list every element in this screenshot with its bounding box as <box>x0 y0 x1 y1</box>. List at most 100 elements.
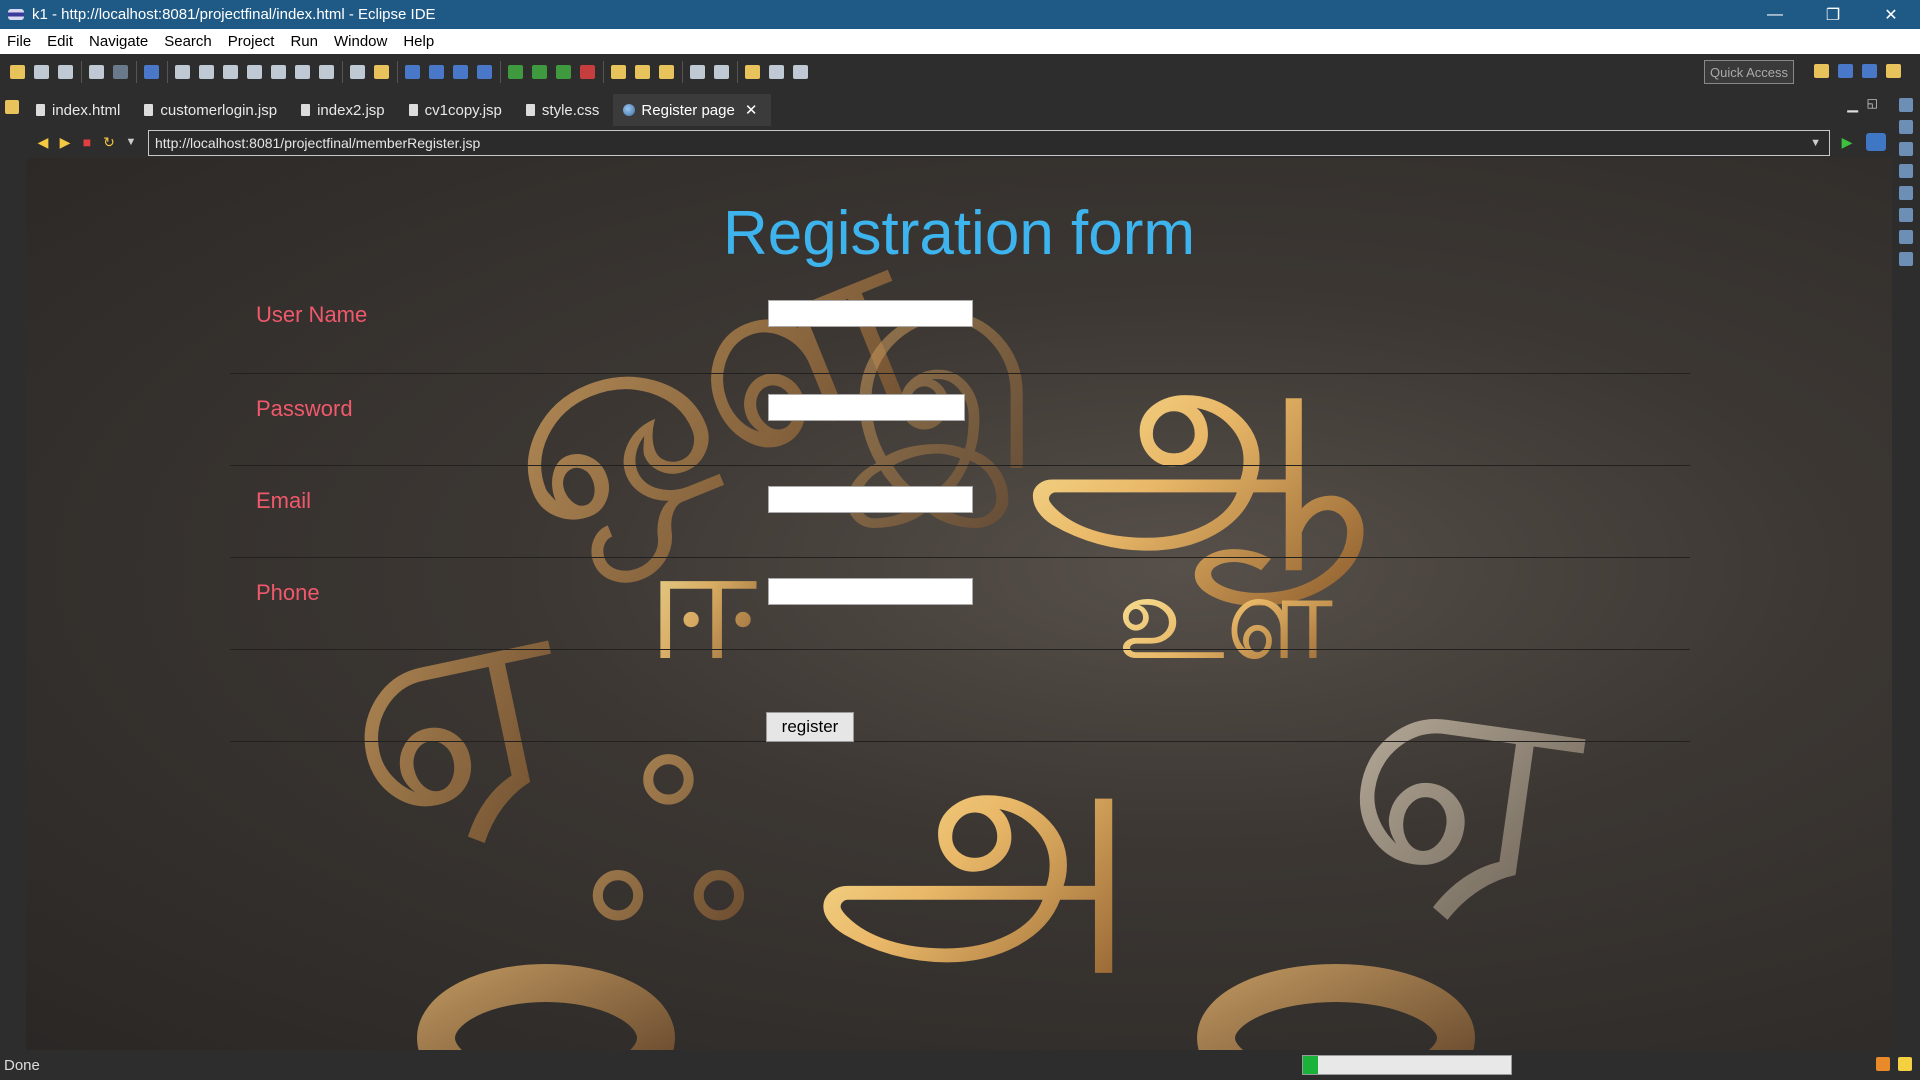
suspend-icon[interactable] <box>199 65 214 79</box>
progress-fill <box>1303 1056 1318 1074</box>
url-input[interactable]: http://localhost:8081/projectfinal/membe… <box>148 130 1830 156</box>
rss-icon[interactable] <box>1876 1057 1890 1071</box>
chevron-down-icon[interactable]: ▼ <box>120 133 142 151</box>
java-ee-perspective-icon[interactable] <box>1838 64 1853 78</box>
debug-perspective-icon[interactable] <box>1862 64 1877 78</box>
resume-icon[interactable] <box>175 65 190 79</box>
task-list-icon[interactable] <box>1899 120 1913 134</box>
menu-edit[interactable]: Edit <box>39 33 81 50</box>
maximize-editor-icon[interactable]: ◱ <box>1867 96 1878 110</box>
tab-label: index2.jsp <box>317 101 385 119</box>
file-icon <box>36 104 45 116</box>
form-row-phone: Phone <box>230 558 1690 650</box>
previous-annotation-icon[interactable] <box>714 65 729 79</box>
open-folder-icon[interactable] <box>611 65 626 79</box>
outline-icon[interactable] <box>1899 98 1913 112</box>
progress-bar <box>1302 1055 1512 1075</box>
external-browser-icon[interactable] <box>1866 133 1886 151</box>
chevron-down-icon[interactable]: ▼ <box>1810 137 1821 149</box>
tab-register-page[interactable]: Register page ✕ <box>613 94 772 126</box>
next-annotation-icon[interactable] <box>690 65 705 79</box>
tab-customerlogin-jsp[interactable]: customerlogin.jsp <box>134 94 291 126</box>
markers-icon[interactable] <box>1899 142 1913 156</box>
debug-icon[interactable] <box>508 65 523 79</box>
forward-arrow-icon[interactable] <box>793 65 808 79</box>
drop-to-frame-icon[interactable] <box>374 65 389 79</box>
disconnect-icon[interactable] <box>247 65 262 79</box>
close-window-button[interactable]: ✕ <box>1862 0 1920 29</box>
step-into-icon[interactable] <box>271 65 286 79</box>
tab-style-css[interactable]: style.css <box>516 94 614 126</box>
globe-icon[interactable] <box>453 65 468 79</box>
minimize-editor-icon[interactable]: ▁ <box>1847 96 1858 113</box>
back-arrow-icon[interactable] <box>769 65 784 79</box>
properties-icon[interactable] <box>1899 164 1913 178</box>
close-tab-icon[interactable]: ✕ <box>745 101 758 119</box>
password-label: Password <box>256 396 353 421</box>
debug-config-icon[interactable] <box>113 65 128 79</box>
password-input[interactable] <box>768 394 965 421</box>
run-icon[interactable] <box>532 65 547 79</box>
tab-label: style.css <box>541 101 600 119</box>
data-source-icon[interactable] <box>1899 208 1913 222</box>
last-edit-location-icon[interactable] <box>745 65 760 79</box>
page-title: Registration form <box>722 199 1196 268</box>
external-tools-icon[interactable] <box>580 65 595 79</box>
menu-window[interactable]: Window <box>326 33 395 50</box>
email-input[interactable] <box>768 486 973 513</box>
tip-icon[interactable] <box>1898 1057 1912 1071</box>
refresh-icon[interactable]: ↻ <box>98 133 120 151</box>
status-bar: Done <box>0 1050 1920 1080</box>
menu-file[interactable]: File <box>0 33 39 50</box>
step-over-icon[interactable] <box>295 65 310 79</box>
browser-nav-bar: ◀ ▶ ■ ↻ ▼ http://localhost:8081/projectf… <box>26 126 1892 158</box>
console-icon[interactable] <box>1899 252 1913 266</box>
tab-cv1copy-jsp[interactable]: cv1copy.jsp <box>399 94 516 126</box>
servers-icon[interactable] <box>1899 186 1913 200</box>
terminate-icon[interactable] <box>223 65 238 79</box>
quick-access-input[interactable]: Quick Access <box>1704 60 1794 84</box>
skip-breakpoints-icon[interactable] <box>144 65 159 79</box>
toolbar-separator <box>737 61 738 83</box>
back-arrow-icon[interactable]: ◀ <box>32 133 54 151</box>
java-perspective-icon[interactable] <box>1886 64 1901 78</box>
open-perspective-icon[interactable] <box>1814 64 1829 78</box>
use-step-filters-icon[interactable] <box>350 65 365 79</box>
menu-search[interactable]: Search <box>156 33 220 50</box>
register-button[interactable]: register <box>766 712 854 742</box>
save-icon[interactable] <box>34 65 49 79</box>
open-type-icon[interactable] <box>405 65 420 79</box>
form-row-email: Email <box>230 466 1690 558</box>
restore-button[interactable]: ❐ <box>1804 0 1862 29</box>
pencil-icon[interactable] <box>659 65 674 79</box>
tab-label: index.html <box>52 101 121 119</box>
project-explorer-icon[interactable] <box>5 100 19 114</box>
save-all-icon[interactable] <box>58 65 73 79</box>
menu-project[interactable]: Project <box>220 33 283 50</box>
new-icon[interactable] <box>10 65 25 79</box>
menu-run[interactable]: Run <box>282 33 326 50</box>
web-browser-icon[interactable] <box>429 65 444 79</box>
server-icon[interactable] <box>477 65 492 79</box>
print-icon[interactable] <box>89 65 104 79</box>
menu-navigate[interactable]: Navigate <box>81 33 156 50</box>
globe-icon <box>623 104 636 116</box>
menu-help[interactable]: Help <box>395 33 442 50</box>
phone-input[interactable] <box>768 578 973 605</box>
go-icon[interactable]: ▶ <box>1838 134 1856 150</box>
snippets-icon[interactable] <box>1899 230 1913 244</box>
stop-icon[interactable]: ■ <box>76 133 98 151</box>
step-return-icon[interactable] <box>319 65 334 79</box>
tab-index2-jsp[interactable]: index2.jsp <box>291 94 399 126</box>
right-trim-bar <box>1892 90 1920 1050</box>
minimize-button[interactable]: — <box>1746 0 1804 29</box>
title-bar: k1 - http://localhost:8081/projectfinal/… <box>0 0 1920 29</box>
run-last-tool-icon[interactable] <box>556 65 571 79</box>
ring-shape <box>1197 964 1475 1050</box>
tab-index-html[interactable]: index.html <box>26 94 134 126</box>
forward-arrow-icon[interactable]: ▶ <box>54 133 76 151</box>
eclipse-icon <box>8 9 24 20</box>
open-project-icon[interactable] <box>635 65 650 79</box>
username-input[interactable] <box>768 300 973 327</box>
editor-tab-bar: index.html customerlogin.jsp index2.jsp … <box>26 90 1892 126</box>
